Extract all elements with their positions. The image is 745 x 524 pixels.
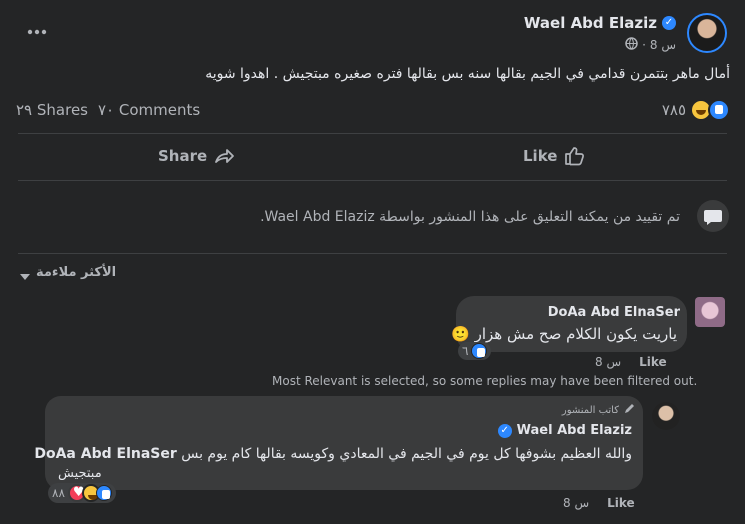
like-reaction-icon xyxy=(708,99,730,121)
comment-author[interactable]: DoAa Abd ElnaSer xyxy=(548,305,680,320)
author-name[interactable]: Wael Abd Elaziz xyxy=(524,14,657,32)
post-text: أمال ماهر بتتمرن قدامي في الجيم بقالها س… xyxy=(205,66,730,82)
share-arrow-icon xyxy=(215,149,235,163)
globe-icon xyxy=(625,37,638,53)
reply-text-line2: مبتجيش xyxy=(58,466,102,481)
reply-bubble xyxy=(45,396,643,490)
comment-bubble-icon xyxy=(697,200,729,232)
post-separator: · xyxy=(642,38,646,52)
author-avatar[interactable] xyxy=(687,13,727,53)
comment-filter-label: الأكثر ملاءمة xyxy=(36,264,117,280)
comments-count[interactable]: ٧٠ Comments xyxy=(98,101,200,119)
reply-reactions[interactable]: ٨٨ xyxy=(48,483,116,503)
like-reaction-icon xyxy=(471,343,488,359)
reply-mention[interactable]: DoAa Abd ElnaSer xyxy=(34,446,176,462)
like-button[interactable]: Like xyxy=(523,146,585,166)
more-icon xyxy=(27,29,47,35)
comment-reactions[interactable]: ٦ xyxy=(458,342,492,360)
verified-icon: ✓ xyxy=(662,16,676,30)
reply-text-line1: والله العظيم بشوفها كل يوم في الجيم في ا… xyxy=(181,446,632,462)
comment-text: ياريت يكون الكلام صح مش هزار 🙂 xyxy=(451,325,677,343)
caret-down-icon xyxy=(20,274,30,280)
comment-like-button[interactable]: Like xyxy=(639,355,667,369)
like-reaction-icon xyxy=(95,485,112,501)
like-outline-icon xyxy=(565,147,585,166)
commenter-avatar[interactable] xyxy=(695,297,725,327)
post-options-button[interactable] xyxy=(26,22,48,42)
author-badge-label: كاتب المنشور xyxy=(561,405,619,416)
post-timestamp[interactable]: 8 س xyxy=(650,38,676,52)
reply-author[interactable]: Wael Abd Elaziz xyxy=(517,423,632,438)
like-label: Like xyxy=(523,147,558,165)
comment-filter-dropdown[interactable]: الأكثر ملاءمة xyxy=(20,264,116,280)
share-label: Share xyxy=(158,147,208,165)
share-button[interactable]: Share xyxy=(158,146,235,166)
comment-reaction-count: ٦ xyxy=(462,344,469,358)
reply-reaction-count: ٨٨ xyxy=(52,486,65,500)
shares-count[interactable]: ٢٩ Shares xyxy=(16,101,88,119)
reply-author-avatar[interactable] xyxy=(652,402,680,430)
verified-icon: ✓ xyxy=(497,423,512,438)
pen-icon xyxy=(623,403,635,418)
reply-like-button[interactable]: Like xyxy=(607,496,635,510)
reply-timestamp[interactable]: 8 س xyxy=(563,496,589,510)
filter-note: Most Relevant is selected, so some repli… xyxy=(272,374,698,388)
comment-timestamp[interactable]: 8 س xyxy=(595,355,621,369)
reactions-count[interactable]: ٧٨٥ xyxy=(662,101,686,119)
comment-restriction-notice: تم تقييد من يمكنه التعليق على هذا المنشو… xyxy=(260,209,680,225)
